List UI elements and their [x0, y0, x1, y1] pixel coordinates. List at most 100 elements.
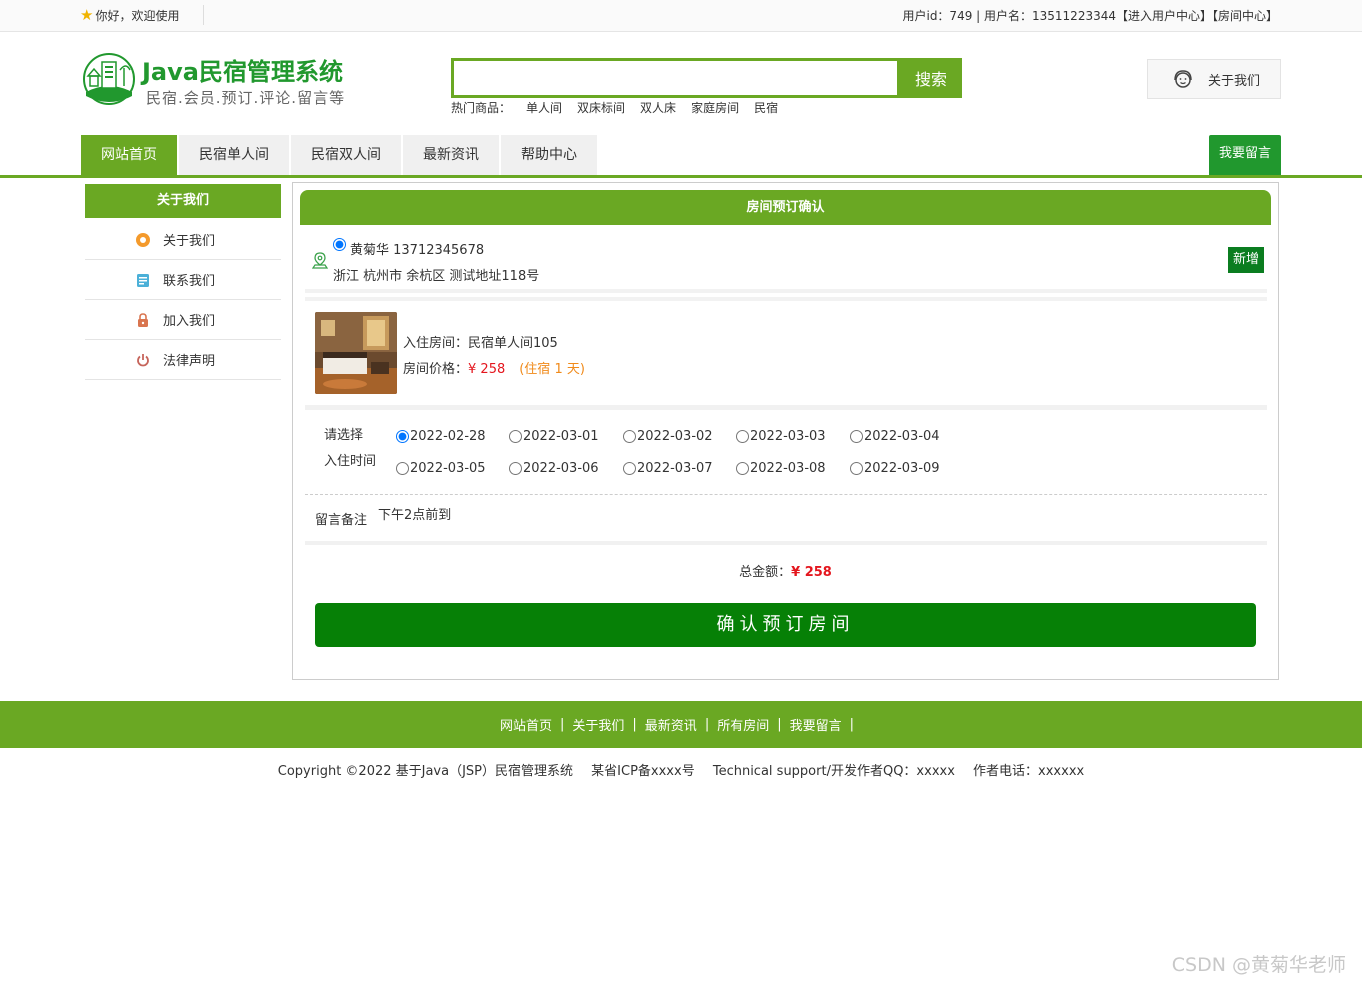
footer-link-news[interactable]: 最新资讯	[645, 715, 697, 734]
nav-underline	[0, 175, 1362, 178]
search-bar: 搜索	[451, 58, 962, 98]
date-text: 2022-03-08	[750, 461, 826, 476]
date-option[interactable]: 2022-03-08	[736, 461, 826, 476]
phone-text: 作者电话：xxxxxx	[973, 764, 1085, 779]
date-text: 2022-02-28	[410, 429, 486, 444]
star-icon: ★	[80, 6, 94, 24]
date-option[interactable]: 2022-03-01	[509, 429, 599, 444]
date-text: 2022-03-04	[864, 429, 940, 444]
footer-separator: |	[704, 717, 710, 732]
date-radio[interactable]	[396, 462, 409, 475]
sidebar-item-label: 联系我们	[163, 274, 216, 289]
room-name: 入住房间：民宿单人间105	[403, 336, 558, 351]
footer-separator: |	[560, 717, 565, 732]
total-label: 总金额：	[739, 565, 792, 580]
copyright-line: Copyright ©2022 基于Java（JSP）民宿管理系统 某省ICP备…	[0, 760, 1362, 779]
site-logo[interactable]: Java民宿管理系统 民宿.会员.预订.评论.留言等	[80, 52, 350, 112]
sidebar-item-join[interactable]: 加入我们	[85, 300, 281, 340]
support-text: Technical support/开发作者QQ：xxxxx	[712, 764, 955, 779]
date-text: 2022-03-05	[410, 461, 486, 476]
search-input[interactable]	[451, 58, 900, 98]
date-option[interactable]: 2022-03-03	[736, 429, 826, 444]
contact-card-icon	[137, 273, 149, 287]
envelope-stripe-divider	[305, 289, 1267, 301]
footer-link-rooms[interactable]: 所有房间	[717, 715, 769, 734]
booking-title: 房间预订确认	[300, 190, 1271, 225]
date-radio[interactable]	[396, 430, 409, 443]
top-bar: ★ 你好，欢迎使用 用户id：749 | 用户名：13511223344【进入用…	[0, 0, 1362, 32]
sidebar-item-legal[interactable]: 法律声明	[85, 340, 281, 380]
logo-emblem-icon	[83, 53, 135, 105]
nav-tab-help[interactable]: 帮助中心	[501, 135, 597, 175]
date-radio[interactable]	[736, 430, 749, 443]
about-us-button[interactable]: 关于我们	[1147, 59, 1281, 99]
main-nav: 网站首页 民宿单人间 民宿双人间 最新资讯 帮助中心	[81, 135, 599, 175]
address-contact: 黄菊华 13712345678	[350, 243, 485, 258]
date-text: 2022-03-03	[750, 429, 826, 444]
total-amount-row: 总金额：¥ 258	[293, 561, 1278, 580]
footer-nav: 网站首页 | 关于我们 | 最新资讯 | 所有房间 | 我要留言 |	[0, 701, 1362, 748]
date-radio[interactable]	[850, 430, 863, 443]
footer-link-home[interactable]: 网站首页	[500, 715, 552, 734]
search-button[interactable]: 搜索	[900, 58, 962, 98]
date-radio[interactable]	[509, 462, 522, 475]
date-text: 2022-03-07	[637, 461, 713, 476]
footer-separator: |	[632, 717, 637, 732]
hot-item[interactable]: 民宿	[754, 99, 778, 116]
date-option[interactable]: 2022-03-02	[623, 429, 713, 444]
booking-panel: 房间预订确认 黄菊华 13712345678 浙江 杭州市 余杭区 测试地址11…	[292, 182, 1279, 680]
date-option[interactable]: 2022-03-09	[850, 461, 940, 476]
power-icon	[137, 353, 149, 366]
date-radio[interactable]	[623, 462, 636, 475]
date-option[interactable]: 2022-03-05	[396, 461, 486, 476]
hot-item[interactable]: 双人床	[640, 99, 676, 116]
sidebar-item-contact[interactable]: 联系我们	[85, 260, 281, 300]
sidebar-item-about[interactable]: 关于我们	[85, 220, 281, 260]
note-value[interactable]: 下午2点前到	[378, 504, 451, 523]
watermark: CSDN @黄菊华老师	[1171, 954, 1346, 976]
orange-circle-icon	[136, 232, 150, 247]
leave-message-button[interactable]: 我要留言	[1209, 135, 1281, 175]
date-option[interactable]: 2022-02-28	[396, 429, 486, 444]
date-text: 2022-03-02	[637, 429, 713, 444]
hot-item[interactable]: 双床标间	[577, 99, 625, 116]
nav-tab-single-room[interactable]: 民宿单人间	[179, 135, 289, 175]
footer-link-about[interactable]: 关于我们	[572, 715, 624, 734]
date-text: 2022-03-09	[864, 461, 940, 476]
checkin-label-line1: 请选择	[324, 428, 364, 443]
room-price: ¥ 258	[468, 362, 506, 377]
section-divider-band	[305, 541, 1267, 545]
confirm-booking-button[interactable]: 确认预订房间	[315, 603, 1256, 647]
user-info[interactable]: 用户id：749 | 用户名：13511223344【进入用户中心】【房间中心】	[902, 7, 1278, 24]
nav-tab-double-room[interactable]: 民宿双人间	[291, 135, 401, 175]
total-amount: ¥ 258	[791, 565, 832, 580]
date-option[interactable]: 2022-03-06	[509, 461, 599, 476]
footer-separator: |	[849, 717, 855, 732]
hot-item[interactable]: 单人间	[526, 99, 562, 116]
customer-service-icon	[1174, 70, 1192, 88]
nav-tab-home[interactable]: 网站首页	[81, 135, 177, 175]
hot-item[interactable]: 家庭房间	[691, 99, 739, 116]
sidebar-item-label: 法律声明	[163, 354, 216, 369]
date-radio[interactable]	[736, 462, 749, 475]
nav-tab-news[interactable]: 最新资讯	[403, 135, 499, 175]
checkin-date-label: 请选择 入住时间	[324, 423, 384, 475]
icp-text: 某省ICP备xxxx号	[591, 764, 695, 779]
address-radio[interactable]	[333, 238, 346, 251]
location-pin-icon	[312, 252, 328, 269]
footer-link-message[interactable]: 我要留言	[790, 715, 842, 734]
date-radio[interactable]	[509, 430, 522, 443]
sidebar-title: 关于我们	[85, 184, 281, 218]
add-address-button[interactable]: 新增	[1228, 247, 1264, 273]
price-label: 房间价格：	[403, 362, 469, 377]
site-title: Java民宿管理系统	[142, 58, 343, 86]
date-option[interactable]: 2022-03-04	[850, 429, 940, 444]
date-option[interactable]: 2022-03-07	[623, 461, 713, 476]
date-radio[interactable]	[623, 430, 636, 443]
date-text: 2022-03-01	[523, 429, 599, 444]
lock-icon	[138, 312, 148, 327]
sidebar-item-label: 关于我们	[163, 234, 216, 249]
address-detail: 浙江 杭州市 余杭区 测试地址118号	[333, 269, 540, 284]
room-price-row: 房间价格：¥ 258 (住宿 1 天)	[403, 358, 585, 377]
date-radio[interactable]	[850, 462, 863, 475]
